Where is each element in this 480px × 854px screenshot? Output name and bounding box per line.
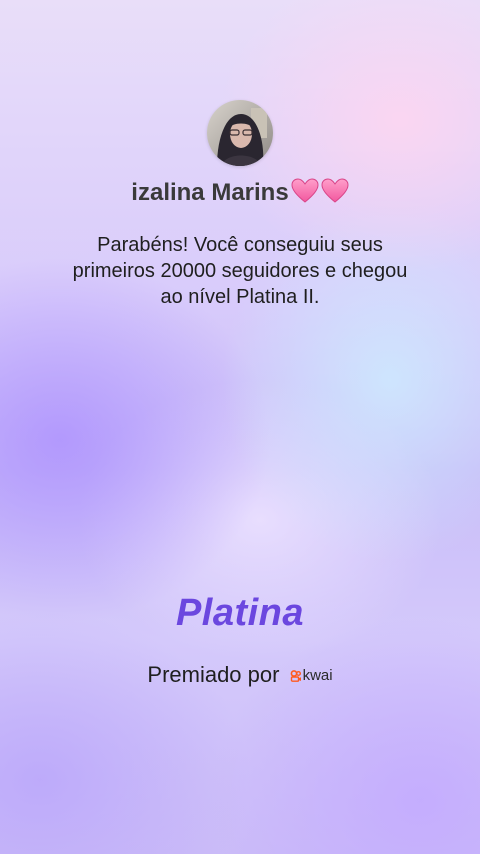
profile-name: izalina Marins [131, 179, 289, 206]
awarded-by-label: Premiado por [147, 662, 280, 687]
kwai-logo: kwai [290, 667, 333, 686]
avatar-photo-icon [207, 100, 273, 166]
level-title: Platina [175, 592, 305, 634]
kwai-logo-icon [290, 669, 302, 686]
profile-name-row: izalina Marins [0, 178, 480, 211]
avatar [207, 100, 273, 166]
awarded-by-row: Premiado por kwai [0, 662, 480, 688]
pink-hearts-icon [291, 178, 349, 211]
kwai-brand-text: kwai [302, 667, 333, 684]
congratulations-message: Parabéns! Você conseguiu seus primeiros … [72, 234, 408, 308]
